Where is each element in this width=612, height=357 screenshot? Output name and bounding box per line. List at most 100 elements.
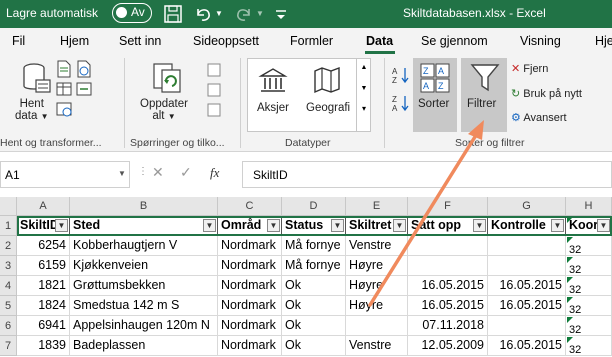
table-cell[interactable]: Kobberhaugtjern V: [70, 236, 218, 256]
table-cell[interactable]: 16.05.2015: [408, 276, 488, 296]
table-cell[interactable]: 6941: [17, 316, 70, 336]
table-cell[interactable]: Smedstua 142 m S: [70, 296, 218, 316]
filter-dropdown-icon[interactable]: ▼: [331, 219, 344, 232]
table-cell[interactable]: [346, 316, 408, 336]
table-cell[interactable]: Høyre: [346, 256, 408, 276]
queries-connections-icon[interactable]: [206, 62, 222, 78]
column-header-a[interactable]: A: [17, 197, 70, 216]
sort-descending-icon[interactable]: Z A: [392, 94, 410, 112]
table-cell[interactable]: [408, 236, 488, 256]
from-web-icon[interactable]: [75, 60, 93, 78]
row-header-1[interactable]: 1: [0, 216, 17, 236]
insert-function-icon[interactable]: fx: [210, 165, 219, 181]
column-header-f[interactable]: F: [408, 197, 488, 216]
edit-links-icon[interactable]: [206, 102, 222, 118]
column-header-b[interactable]: B: [70, 197, 218, 216]
redo-icon[interactable]: [233, 3, 255, 25]
sort-button[interactable]: Sorter: [418, 98, 449, 110]
table-cell[interactable]: [488, 256, 566, 276]
filter-button[interactable]: Filtrer: [467, 98, 496, 110]
undo-icon[interactable]: [192, 3, 214, 25]
table-cell[interactable]: 12.05.2009: [408, 336, 488, 356]
tab-visning[interactable]: Visning: [520, 34, 561, 48]
filter-dropdown-icon[interactable]: ▼: [551, 219, 564, 232]
table-cell[interactable]: Må fornye: [282, 236, 346, 256]
tab-hjelp[interactable]: Hje: [595, 34, 612, 48]
clear-filter-button[interactable]: ✕ Fjern: [511, 62, 548, 75]
table-cell[interactable]: Grøttumsbekken: [70, 276, 218, 296]
table-cell[interactable]: Ok: [282, 316, 346, 336]
table-cell[interactable]: 16.05.2015: [408, 296, 488, 316]
filter-dropdown-icon[interactable]: ▼: [393, 219, 406, 232]
table-cell[interactable]: Venstre: [346, 236, 408, 256]
tab-data[interactable]: Data: [366, 34, 393, 48]
table-cell[interactable]: Nordmark: [218, 336, 282, 356]
enter-icon[interactable]: ✓: [180, 164, 192, 181]
filter-dropdown-icon[interactable]: ▼: [267, 219, 280, 232]
sort-ascending-icon[interactable]: A Z: [392, 66, 410, 84]
table-cell[interactable]: 6254: [17, 236, 70, 256]
autosave-toggle[interactable]: Av: [112, 3, 152, 23]
table-cell[interactable]: Appelsinhaugen 120m N: [70, 316, 218, 336]
stocks-button[interactable]: Aksjer: [257, 102, 289, 114]
properties-icon[interactable]: [206, 82, 222, 98]
table-cell[interactable]: 6159: [17, 256, 70, 276]
table-cell[interactable]: [488, 316, 566, 336]
formula-input[interactable]: SkiltID: [242, 161, 612, 188]
table-cell[interactable]: Høyre: [346, 276, 408, 296]
table-cell[interactable]: 16.05.2015: [488, 336, 566, 356]
column-header-d[interactable]: D: [282, 197, 346, 216]
table-cell[interactable]: Nordmark: [218, 276, 282, 296]
row-header-7[interactable]: 7: [0, 336, 17, 356]
filter-dropdown-icon[interactable]: ▼: [203, 219, 216, 232]
advanced-filter-button[interactable]: ⚙ Avansert: [511, 111, 567, 124]
table-cell[interactable]: [408, 256, 488, 276]
select-all-corner[interactable]: [0, 197, 17, 216]
table-cell[interactable]: Må fornye: [282, 256, 346, 276]
reapply-button[interactable]: ↻ Bruk på nytt: [511, 87, 582, 100]
refresh-all-button[interactable]: Oppdater alt ▼: [140, 98, 188, 122]
name-box-dropdown-icon[interactable]: ▼: [118, 169, 126, 178]
tab-se-gjennom[interactable]: Se gjennom: [421, 34, 488, 48]
existing-connections-icon[interactable]: [75, 80, 93, 98]
table-cell[interactable]: Ok: [282, 276, 346, 296]
undo-dropdown-icon[interactable]: ▼: [215, 9, 223, 18]
column-header-g[interactable]: G: [488, 197, 566, 216]
redo-dropdown-icon[interactable]: ▼: [256, 9, 264, 18]
table-cell[interactable]: Venstre: [346, 336, 408, 356]
from-text-icon[interactable]: [55, 60, 73, 78]
save-icon[interactable]: [162, 3, 184, 25]
customize-toolbar-icon[interactable]: [270, 3, 292, 25]
table-cell[interactable]: 1824: [17, 296, 70, 316]
table-cell[interactable]: Nordmark: [218, 316, 282, 336]
row-header-3[interactable]: 3: [0, 256, 17, 276]
from-table-icon[interactable]: [55, 80, 73, 98]
row-header-4[interactable]: 4: [0, 276, 17, 296]
table-cell[interactable]: 1821: [17, 276, 70, 296]
gallery-more-icon[interactable]: ▾: [357, 104, 371, 113]
column-header-e[interactable]: E: [346, 197, 408, 216]
table-cell[interactable]: [488, 236, 566, 256]
gallery-up-icon[interactable]: ▲: [357, 64, 371, 71]
column-header-h[interactable]: H: [566, 197, 612, 216]
table-cell[interactable]: Nordmark: [218, 296, 282, 316]
tab-hjem[interactable]: Hjem: [60, 34, 89, 48]
filter-dropdown-icon[interactable]: ▼: [473, 219, 486, 232]
table-cell[interactable]: Nordmark: [218, 256, 282, 276]
column-header-c[interactable]: C: [218, 197, 282, 216]
name-box[interactable]: A1: [0, 161, 130, 188]
header-cell[interactable]: Sted: [70, 216, 218, 236]
table-cell[interactable]: Kjøkkenveien: [70, 256, 218, 276]
gallery-down-icon[interactable]: ▼: [357, 85, 371, 92]
filter-dropdown-icon[interactable]: ▼: [55, 219, 68, 232]
row-header-5[interactable]: 5: [0, 296, 17, 316]
row-header-6[interactable]: 6: [0, 316, 17, 336]
table-cell[interactable]: Ok: [282, 336, 346, 356]
table-cell[interactable]: 1839: [17, 336, 70, 356]
tab-fil[interactable]: Fil: [12, 34, 25, 48]
table-cell[interactable]: Nordmark: [218, 236, 282, 256]
row-header-2[interactable]: 2: [0, 236, 17, 256]
table-cell[interactable]: Badeplassen: [70, 336, 218, 356]
table-cell[interactable]: 16.05.2015: [488, 276, 566, 296]
tab-sett-inn[interactable]: Sett inn: [119, 34, 161, 48]
